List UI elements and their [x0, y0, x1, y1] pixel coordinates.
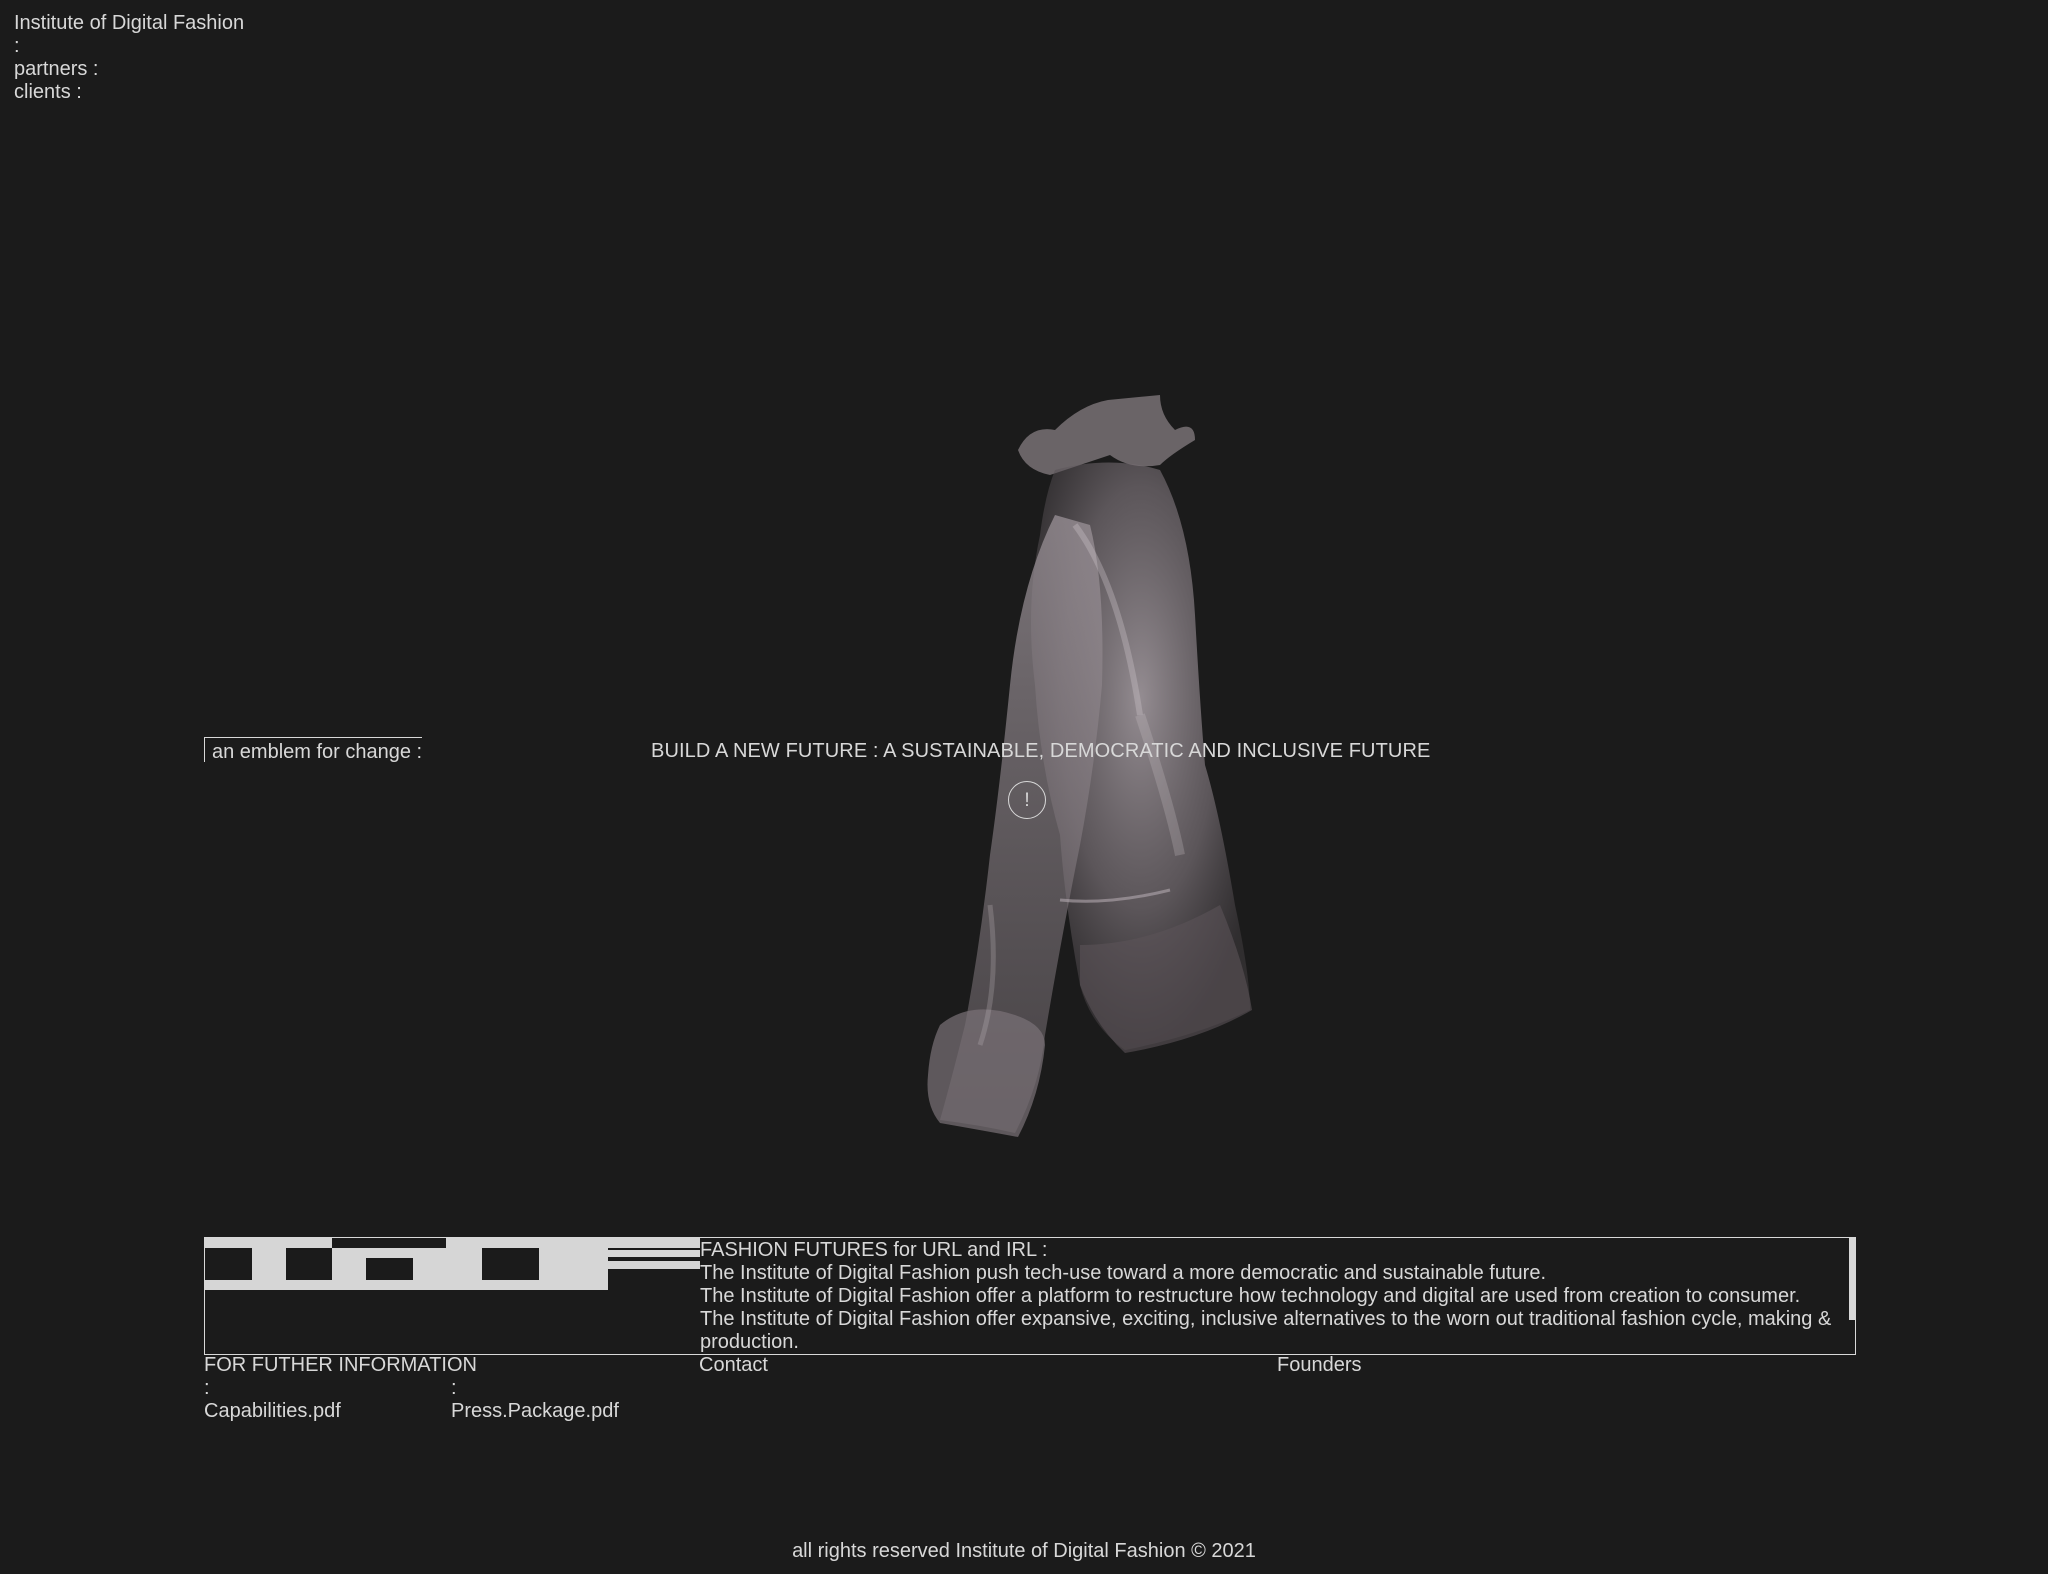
garment-image: [927, 395, 1252, 1137]
further-info-label: FOR FUTHER INFORMATION: [204, 1354, 477, 1376]
separator: :: [204, 1377, 210, 1399]
top-nav: Institute of Digital Fashion : partners …: [14, 12, 244, 104]
info-heading: FASHION FUTURES for URL and IRL :: [700, 1239, 1048, 1261]
headline: BUILD A NEW FUTURE : A SUSTAINABLE, DEMO…: [651, 740, 1431, 762]
info-line: The Institute of Digital Fashion push te…: [700, 1262, 1547, 1284]
info-text: FASHION FUTURES for URL and IRL : The In…: [700, 1239, 1850, 1354]
footer-copyright: all rights reserved Institute of Digital…: [792, 1540, 1256, 1562]
contact-link[interactable]: Contact: [699, 1354, 768, 1377]
info-line: The Institute of Digital Fashion offer e…: [700, 1308, 1832, 1353]
clients-link[interactable]: clients :: [14, 81, 82, 103]
partners-link[interactable]: partners :: [14, 58, 98, 80]
separator: :: [451, 1377, 457, 1399]
press-package-pdf-link[interactable]: Press.Package.pdf: [451, 1400, 619, 1423]
emblem-label: an emblem for change :: [204, 737, 422, 763]
info-line: The Institute of Digital Fashion offer a…: [700, 1285, 1801, 1307]
scrollbar-thumb[interactable]: [1849, 1238, 1855, 1320]
capabilities-pdf-link[interactable]: Capabilities.pdf: [204, 1400, 341, 1423]
founders-link[interactable]: Founders: [1277, 1354, 1362, 1377]
nav-separator: :: [14, 35, 20, 57]
idf-pixel-logo-icon: [205, 1238, 700, 1290]
info-box: FASHION FUTURES for URL and IRL : The In…: [204, 1237, 1856, 1355]
alert-symbol: !: [1024, 789, 1030, 811]
brand-link[interactable]: Institute of Digital Fashion: [14, 12, 244, 34]
alert-icon[interactable]: !: [1008, 781, 1046, 819]
